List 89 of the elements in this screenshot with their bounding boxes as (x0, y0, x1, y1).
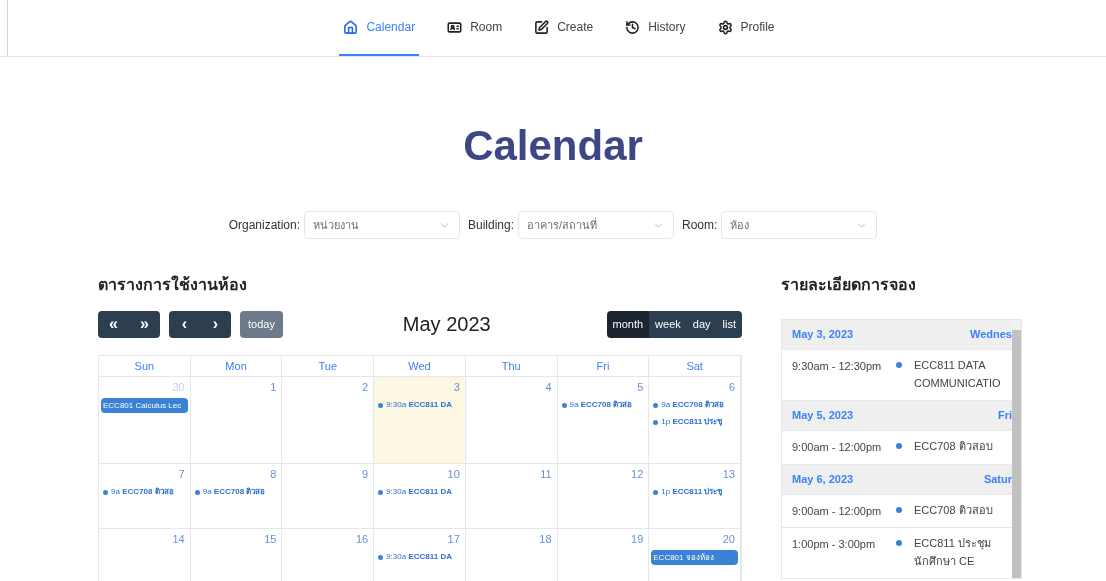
weekday-header: Sun (99, 356, 191, 376)
event-label[interactable]: 9:30a ECC811 DA (386, 399, 452, 411)
filter-label: Building: (468, 217, 515, 234)
day-number: 1 (270, 380, 277, 395)
day-number: 14 (172, 532, 185, 547)
page-title: Calendar (462, 125, 644, 167)
day-number: 2 (362, 380, 369, 395)
day-cell[interactable]: 30 ECC801 Calculus Lec (99, 377, 191, 463)
weekday-header: Sat (649, 356, 741, 376)
day-number: 11 (540, 467, 552, 482)
dropdown-field[interactable]: หน่วยงาน (304, 211, 460, 239)
event-title[interactable]: ECC811 ประชุม นักศึกษา CE (914, 534, 1004, 570)
weekday-text: Satur (983, 471, 1012, 487)
event-bar[interactable]: ECC801 จองห้อง (651, 549, 738, 565)
day-number: 10 (447, 467, 460, 482)
day-number: 13 (722, 467, 735, 482)
day-number: 20 (722, 532, 735, 547)
day-number: 4 (545, 380, 552, 395)
view-button[interactable]: month (606, 310, 650, 338)
today-button[interactable]: today (240, 310, 283, 338)
event-title[interactable]: ECC811 DATA COMMUNICATIO (914, 356, 1004, 392)
day-number: 6 (728, 380, 735, 395)
filter-label: Room: (682, 217, 718, 234)
day-cell[interactable]: 3 9:30a ECC811 DA (374, 377, 466, 463)
scrollbar[interactable] (1012, 320, 1021, 578)
day-number: 9 (362, 467, 369, 482)
home-icon (343, 19, 359, 35)
placeholder-text: อาคาร/สถานที่ (527, 216, 598, 233)
section-heading: รายละเอียดการจอง (781, 275, 917, 295)
date-text: May 5, 2023 (792, 408, 854, 424)
view-button[interactable]: day (686, 310, 717, 338)
day-number: 30 (172, 380, 185, 395)
nav-arrow-button[interactable]: « (98, 310, 129, 338)
nav-tab[interactable]: Room (443, 0, 507, 56)
date-text: May 6, 2023 (792, 471, 854, 487)
weekday-header: Tue (282, 356, 375, 376)
day-number: 5 (637, 380, 644, 395)
weekday-header: Fri (557, 356, 650, 376)
day-number: 17 (447, 532, 460, 547)
event-label[interactable]: 9:30a ECC811 DA (386, 551, 452, 563)
month-title: May 2023 (401, 312, 492, 337)
id-card-icon (447, 19, 463, 35)
event-label[interactable]: 9a ECC708 ติวสอ (661, 399, 724, 411)
event-time: 1:00pm - 3:00pm (792, 537, 877, 552)
nav-tab[interactable]: Profile (713, 0, 779, 56)
placeholder-text: ห้อง (730, 217, 750, 233)
event-label[interactable]: 9:30a ECC811 DA (386, 486, 452, 498)
weekday-header: Mon (190, 356, 283, 376)
nav-tab[interactable]: History (621, 0, 690, 56)
day-number: 8 (270, 467, 277, 482)
section-heading: ตารางการใช้งานห้อง (98, 274, 248, 295)
placeholder-text: หน่วยงาน (313, 217, 359, 233)
dropdown-field[interactable]: ห้อง (721, 211, 878, 239)
view-button[interactable]: list (716, 310, 742, 338)
event-time: 9:00am - 12:00pm (792, 503, 883, 519)
event-label[interactable]: 9a ECC708 ติวสอ (202, 486, 266, 498)
nav-arrow-button[interactable]: ‹ (169, 310, 200, 338)
event-label[interactable]: 1p ECC811 ประชุ (661, 486, 723, 498)
day-number: 15 (264, 532, 277, 547)
day-number: 16 (355, 532, 369, 547)
day-number: 3 (453, 380, 460, 395)
event-label[interactable]: 9a ECC708 ติวสอ (569, 399, 633, 411)
view-button[interactable]: week (649, 310, 687, 338)
day-number: 12 (631, 467, 644, 482)
event-label[interactable]: 9a ECC708 ติวสอ (111, 486, 174, 498)
weekday-text: Wednes (970, 327, 1012, 343)
nav-tab[interactable]: Calendar (339, 0, 420, 56)
weekday-text: Fri (997, 408, 1012, 424)
event-time: 9:00am - 12:00pm (792, 440, 883, 455)
event-title[interactable]: ECC708 ติวสอบ (914, 500, 1004, 519)
event-bar[interactable]: ECC801 Calculus Lec (101, 397, 188, 413)
filter-label: Organization: (228, 217, 300, 234)
event-title[interactable]: ECC708 ติวสอบ (914, 437, 1004, 455)
day-number: 19 (631, 532, 644, 547)
settings-icon (717, 19, 733, 35)
nav-arrow-button[interactable]: » (129, 310, 160, 338)
weekday-header: Thu (465, 356, 558, 376)
event-time: 9:30am - 12:30pm (792, 359, 883, 374)
weekday-header: Wed (374, 356, 466, 376)
pen-square-icon (534, 19, 550, 35)
date-text: May 3, 2023 (792, 327, 854, 343)
nav-arrow-button[interactable]: › (200, 310, 231, 338)
dropdown-field[interactable]: อาคาร/สถานที่ (518, 211, 675, 239)
day-number: 7 (178, 467, 185, 482)
event-label[interactable]: 1p ECC811 ประชุ (661, 416, 723, 428)
clock-icon (625, 19, 641, 35)
day-cell[interactable]: 20 ECC801 จองห้อง (649, 529, 741, 581)
day-number: 18 (539, 532, 552, 547)
nav-tab[interactable]: Create (530, 0, 598, 56)
